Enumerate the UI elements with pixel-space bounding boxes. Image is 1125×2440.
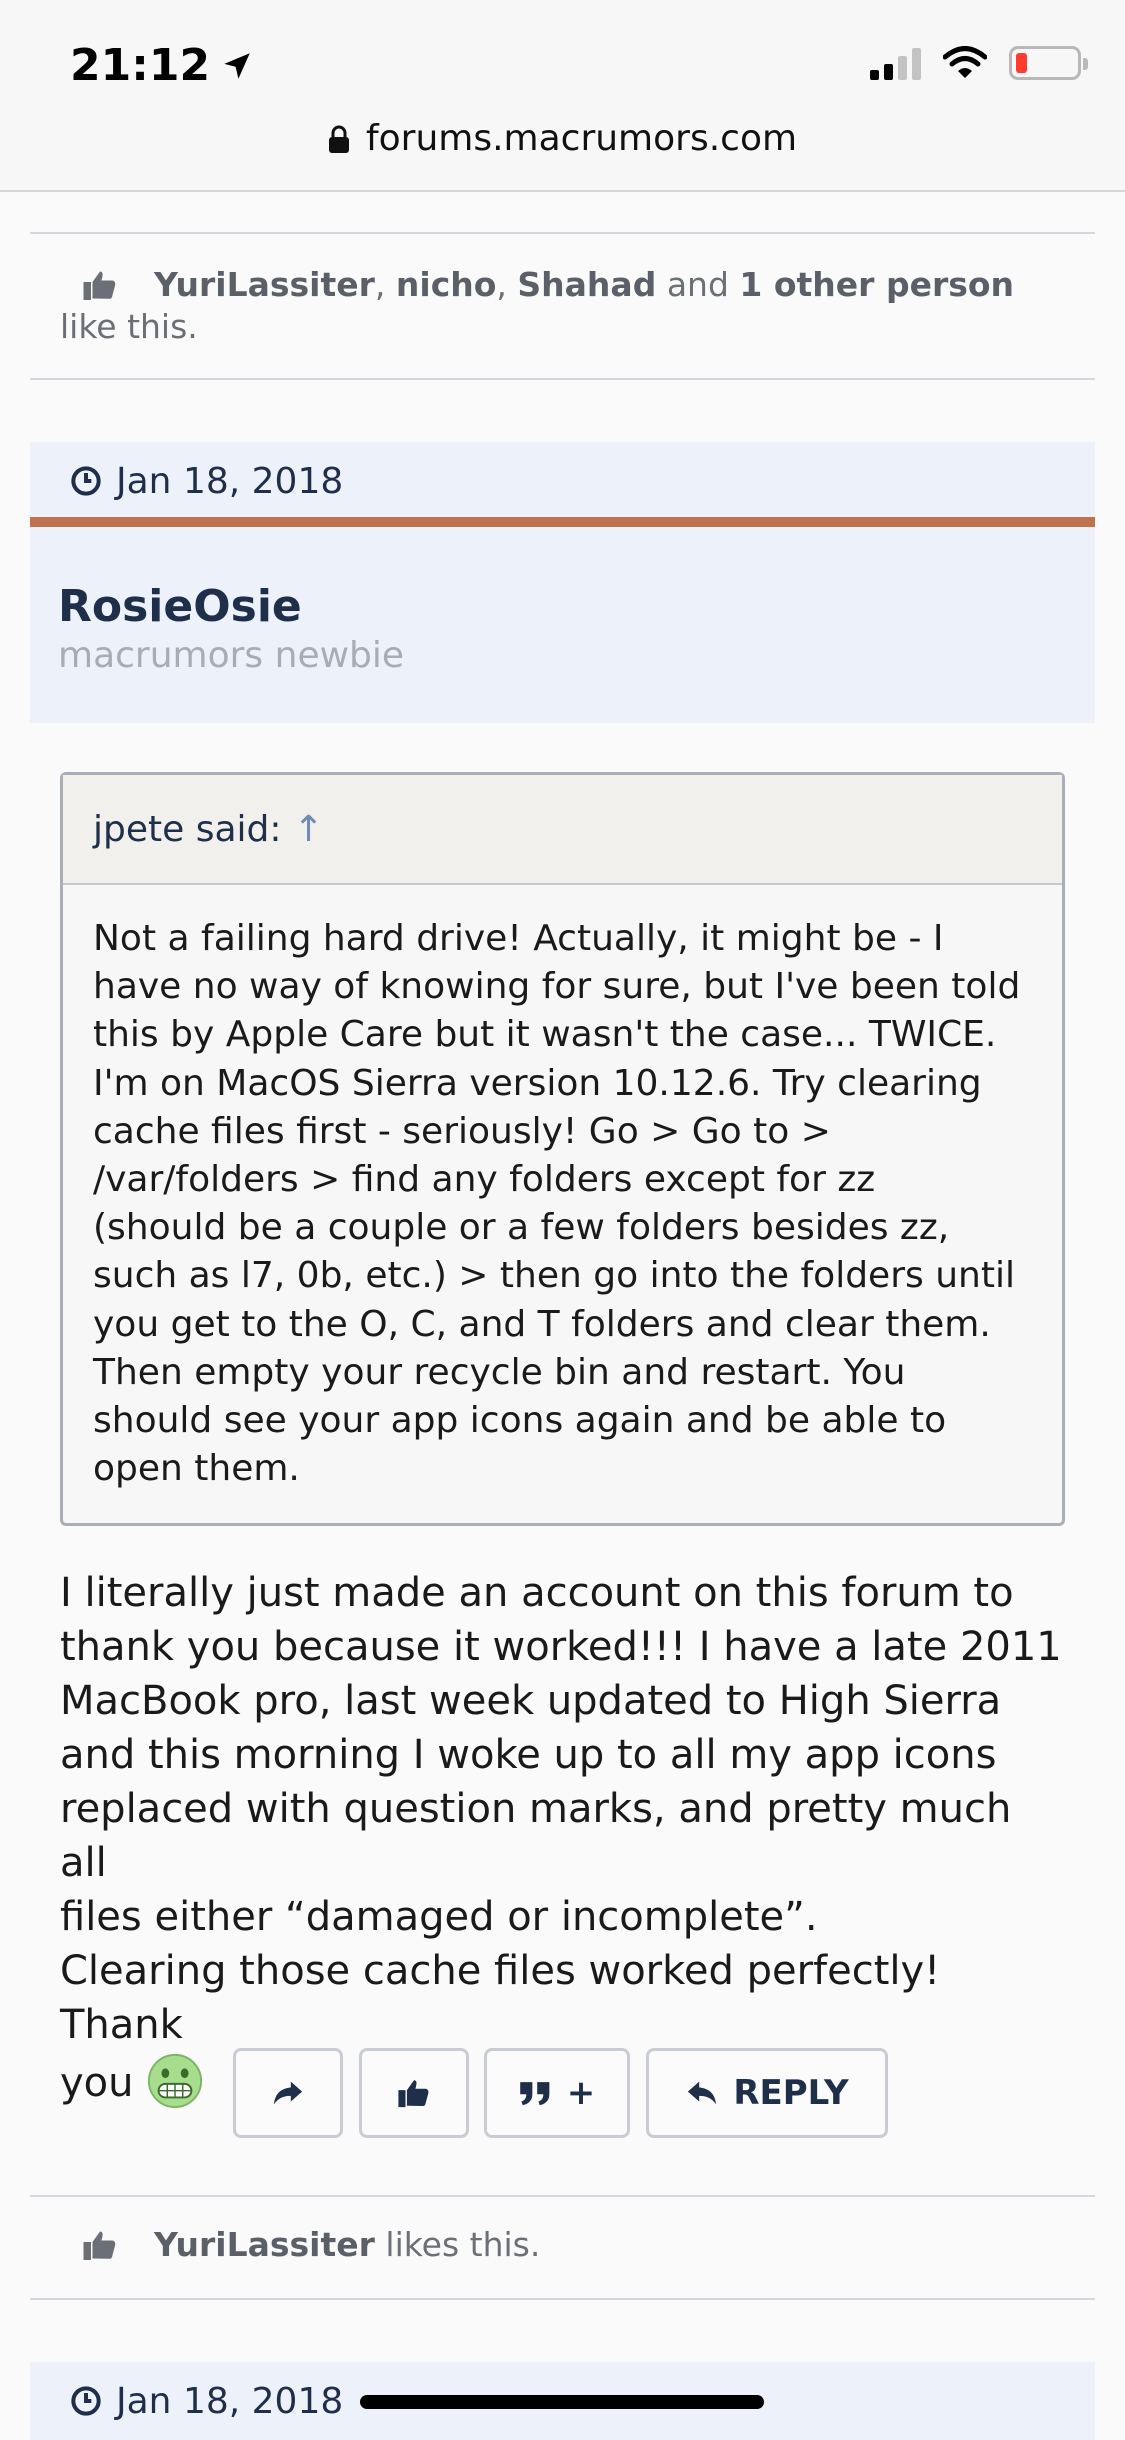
quote-line: have no way of knowing for sure, but I'v… xyxy=(93,966,1021,1008)
reply-button[interactable]: REPLY xyxy=(646,2048,888,2138)
share-button[interactable] xyxy=(233,2048,343,2138)
quote-line: /var/folders > find any folders except f… xyxy=(93,1159,876,1201)
address-bar[interactable]: forums.macrumors.com xyxy=(0,118,1125,159)
post-date[interactable]: Jan 18, 2018 xyxy=(116,461,343,502)
url-text: forums.macrumors.com xyxy=(365,118,798,159)
clock-icon xyxy=(71,2386,101,2416)
multi-quote-button[interactable]: + xyxy=(484,2048,630,2138)
status-icons xyxy=(870,46,1088,80)
like-button[interactable] xyxy=(359,2048,469,2138)
post-line: thank you because it worked!!! I have a … xyxy=(60,1624,1062,1670)
author-name[interactable]: RosieOsie xyxy=(58,581,302,632)
quote-line: cache files first - seriously! Go > Go t… xyxy=(93,1110,831,1152)
divider xyxy=(30,2195,1095,2197)
post-line: Clearing those cache files worked perfec… xyxy=(60,1948,941,2048)
next-post-date[interactable]: Jan 18, 2018 xyxy=(116,2381,343,2422)
share-icon xyxy=(273,2081,303,2105)
quote-line: open them. xyxy=(93,1448,300,1490)
post-line: I literally just made an account on this… xyxy=(60,1570,1014,1616)
post-likes: YuriLassiter likes this. xyxy=(60,2224,1070,2266)
quote-line: such as l7, 0b, etc.) > then go into the… xyxy=(93,1255,1015,1297)
other-likers-link[interactable]: 1 other person xyxy=(739,265,1014,304)
author-block: RosieOsie macrumors newbie xyxy=(30,527,1095,723)
divider xyxy=(30,232,1095,234)
quote-header: jpete said: ↑ xyxy=(63,775,1062,885)
browser-topbar: 21:12 forums.macrumors.com xyxy=(0,0,1125,192)
liker-link[interactable]: YuriLassiter xyxy=(154,265,375,304)
liker-link[interactable]: YuriLassiter xyxy=(154,2225,375,2264)
quote-line: Then empty your recycle bin and restart.… xyxy=(93,1351,906,1393)
location-arrow-icon xyxy=(224,52,250,79)
lock-icon xyxy=(328,125,349,153)
reply-icon xyxy=(688,2081,717,2105)
post-body: I literally just made an account on this… xyxy=(60,1566,1070,2110)
status-time: 21:12 xyxy=(70,40,254,91)
quote-line: (should be a couple or a few folders bes… xyxy=(93,1207,950,1249)
clock-icon xyxy=(71,466,101,496)
quote-line: should see your app icons again and be a… xyxy=(93,1400,947,1442)
quote-icon xyxy=(519,2082,550,2106)
home-indicator[interactable] xyxy=(360,2395,764,2409)
post-line: and this morning I woke up to all my app… xyxy=(60,1732,997,1778)
quote-body: Not a failing hard drive! Actually, it m… xyxy=(63,885,1062,1493)
post-line: files either “damaged or incomplete”. xyxy=(60,1894,818,1940)
likes-suffix: like this. xyxy=(60,307,198,346)
post-actions: + REPLY xyxy=(0,2048,1125,2138)
post-date-bar: Jan 18, 2018 xyxy=(30,442,1095,520)
liker-link[interactable]: nicho xyxy=(396,265,497,304)
wifi-icon xyxy=(943,46,987,78)
quote-block: jpete said: ↑ Not a failing hard drive! … xyxy=(60,772,1065,1526)
quote-line: you get to the O, C, and T folders and c… xyxy=(93,1303,991,1345)
quote-line: I'm on MacOS Sierra version 10.12.6. Try… xyxy=(93,1062,982,1104)
post-accent-rule xyxy=(30,517,1095,527)
cellular-signal-icon xyxy=(870,46,921,80)
liker-link[interactable]: Shahad xyxy=(517,265,656,304)
post-line: MacBook pro, last week updated to High S… xyxy=(60,1678,1002,1724)
thumbs-up-icon xyxy=(83,271,116,300)
author-title: macrumors newbie xyxy=(58,635,405,676)
divider xyxy=(30,378,1095,380)
battery-low-icon xyxy=(1009,46,1088,80)
thumbs-up-icon xyxy=(83,2231,116,2260)
quote-line: Not a failing hard drive! Actually, it m… xyxy=(93,918,944,959)
thumbs-up-icon xyxy=(398,2080,429,2108)
jump-to-quoted-post-link[interactable]: ↑ xyxy=(294,809,324,850)
reply-label: REPLY xyxy=(733,2073,849,2113)
divider xyxy=(30,2298,1095,2300)
quote-line: this by Apple Care but it wasn't the cas… xyxy=(93,1014,997,1056)
likes-summary: YuriLassiter, nicho, Shahad and 1 other … xyxy=(60,265,1015,346)
post-line: replaced with question marks, and pretty… xyxy=(60,1786,1012,1886)
quote-attribution: jpete said: xyxy=(93,808,282,850)
